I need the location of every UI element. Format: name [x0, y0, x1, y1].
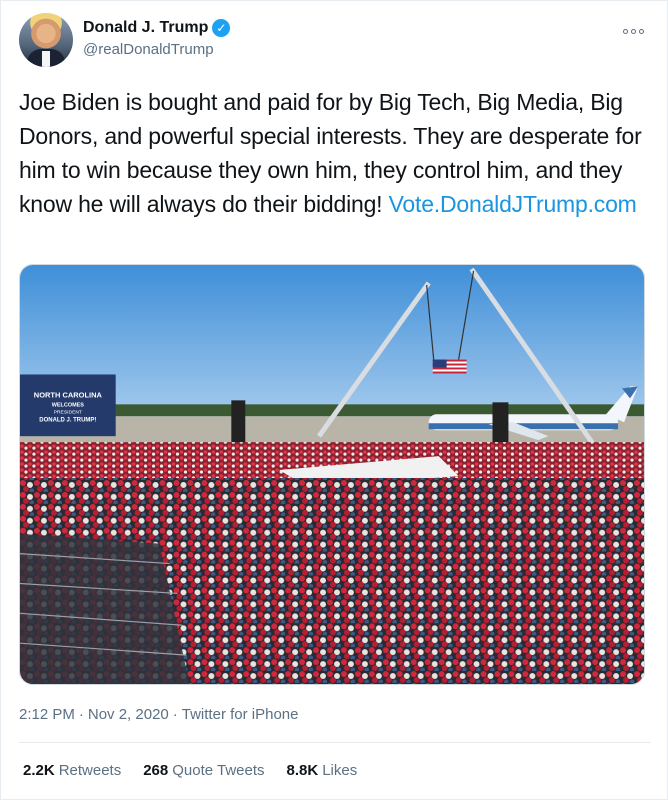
tweet-text: Joe Biden is bought and paid for by Big …: [19, 85, 644, 221]
quote-tweets-stat[interactable]: 268 Quote Tweets: [143, 761, 264, 781]
rally-photo: NORTH CAROLINA WELCOMES PRESIDENT DONALD…: [20, 265, 644, 684]
more-dot-icon: [623, 28, 628, 34]
more-options-icon[interactable]: [623, 23, 645, 39]
tweet-card: Donald J. Trump ✓ @realDonaldTrump Joe B…: [0, 0, 668, 800]
welcome-sign: NORTH CAROLINA WELCOMES PRESIDENT DONALD…: [20, 374, 116, 437]
quote-tweets-label: Quote Tweets: [172, 762, 265, 779]
tweet-photo[interactable]: NORTH CAROLINA WELCOMES PRESIDENT DONALD…: [19, 264, 645, 685]
quote-tweets-count: 268: [143, 762, 169, 779]
retweets-label: Retweets: [58, 762, 122, 779]
author-block: Donald J. Trump ✓ @realDonaldTrump: [83, 18, 231, 60]
likes-label: Likes: [322, 762, 358, 779]
divider: [19, 742, 651, 743]
meta-separator: ·: [78, 706, 84, 723]
likes-stat[interactable]: 8.8K Likes: [287, 761, 358, 781]
more-dot-icon: [639, 28, 644, 34]
meta-separator: ·: [172, 706, 178, 723]
tweet-header: Donald J. Trump ✓ @realDonaldTrump: [19, 13, 651, 69]
more-dot-icon: [631, 28, 636, 34]
sign-line: NORTH CAROLINA: [34, 390, 103, 399]
sign-line: PRESIDENT: [54, 409, 82, 415]
tweet-meta: 2:12 PM · Nov 2, 2020 · Twitter for iPho…: [19, 705, 298, 725]
sign-line: DONALD J. TRUMP!: [39, 417, 96, 423]
tweet-link[interactable]: Vote.DonaldJTrump.com: [389, 191, 637, 217]
retweets-stat[interactable]: 2.2K Retweets: [23, 761, 121, 781]
tweet-date[interactable]: Nov 2, 2020: [88, 705, 169, 725]
likes-count: 8.8K: [286, 762, 319, 779]
verified-badge-icon: ✓: [212, 19, 231, 37]
retweets-count: 2.2K: [23, 762, 55, 779]
avatar-shirt: [42, 51, 50, 67]
tweet-time[interactable]: 2:12 PM: [19, 705, 75, 725]
avatar[interactable]: [19, 13, 73, 67]
sign-line: WELCOMES: [52, 402, 85, 408]
tweet-stats: 2.2K Retweets 268 Quote Tweets 8.8K Likes: [23, 761, 357, 781]
tweet-source[interactable]: Twitter for iPhone: [182, 705, 299, 725]
author-name-row[interactable]: Donald J. Trump ✓: [83, 18, 231, 38]
display-name[interactable]: Donald J. Trump: [83, 18, 208, 38]
american-flag: [432, 359, 467, 374]
author-handle[interactable]: @realDonaldTrump: [83, 40, 230, 60]
